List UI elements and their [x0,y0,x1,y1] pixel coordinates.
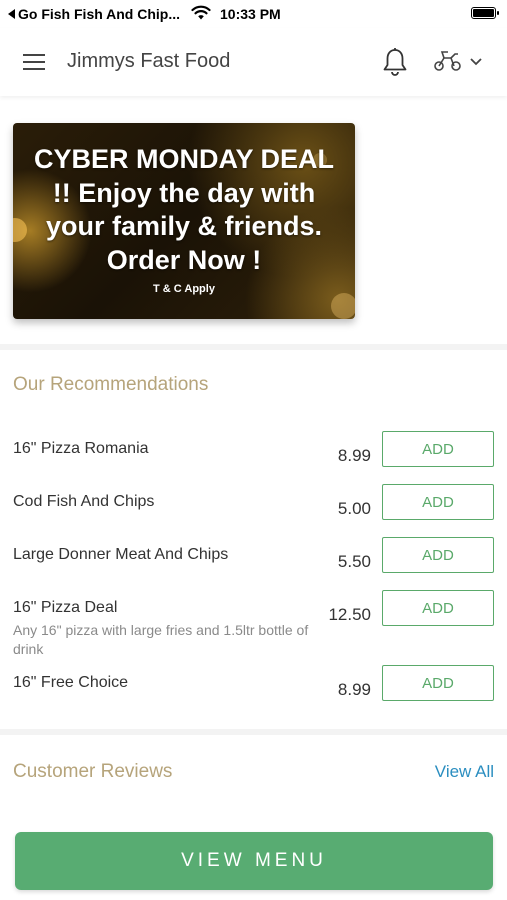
store-title: Jimmys Fast Food [67,50,231,72]
back-app-label: Go Fish Fish And Chip... [18,6,181,22]
item-price: 5.50 [337,552,371,571]
add-button[interactable]: ADD [382,537,494,573]
banner-headline: CYBER MONDAY DEAL !! Enjoy the day with … [33,144,335,275]
add-button[interactable]: ADD [382,590,494,626]
scooter-icon [433,48,463,77]
bell-icon[interactable] [382,47,408,82]
clock: 10:33 PM [220,6,281,22]
chevron-down-icon [469,54,483,72]
item-price: 5.00 [337,499,371,518]
back-arrow-icon [8,9,15,19]
item-name: 16" Free Choice [13,674,129,691]
view-all-reviews-link[interactable]: View All [435,762,494,782]
app-header: Jimmys Fast Food [0,28,507,96]
status-bar: Go Fish Fish And Chip... 10:33 PM [0,0,507,28]
item-price: 8.99 [337,446,371,465]
item-name: 16" Pizza Romania [13,440,149,457]
section-divider [0,729,507,735]
item-description: Any 16" pizza with large fries and 1.5lt… [13,622,309,657]
view-menu-button[interactable]: VIEW MENU [15,832,493,890]
wifi-icon [191,5,211,24]
item-name: 16" Pizza Deal [13,599,118,616]
add-button[interactable]: ADD [382,484,494,520]
menu-icon[interactable] [23,54,45,70]
add-button[interactable]: ADD [382,665,494,701]
add-button[interactable]: ADD [382,431,494,467]
battery-icon [471,7,499,19]
section-divider [0,344,507,350]
recommendations-title: Our Recommendations [13,374,209,395]
item-name: Large Donner Meat And Chips [13,546,229,563]
back-to-app[interactable]: Go Fish Fish And Chip... [8,6,180,22]
banner-terms: T & C Apply [153,283,215,295]
promo-banner[interactable]: CYBER MONDAY DEAL !! Enjoy the day with … [13,123,355,319]
item-price: 12.50 [328,605,371,624]
item-price: 8.99 [337,680,371,699]
promo-banner-area: CYBER MONDAY DEAL !! Enjoy the day with … [0,108,507,344]
order-type-selector[interactable] [433,48,483,77]
reviews-title: Customer Reviews [13,761,173,782]
item-name: Cod Fish And Chips [13,493,155,510]
